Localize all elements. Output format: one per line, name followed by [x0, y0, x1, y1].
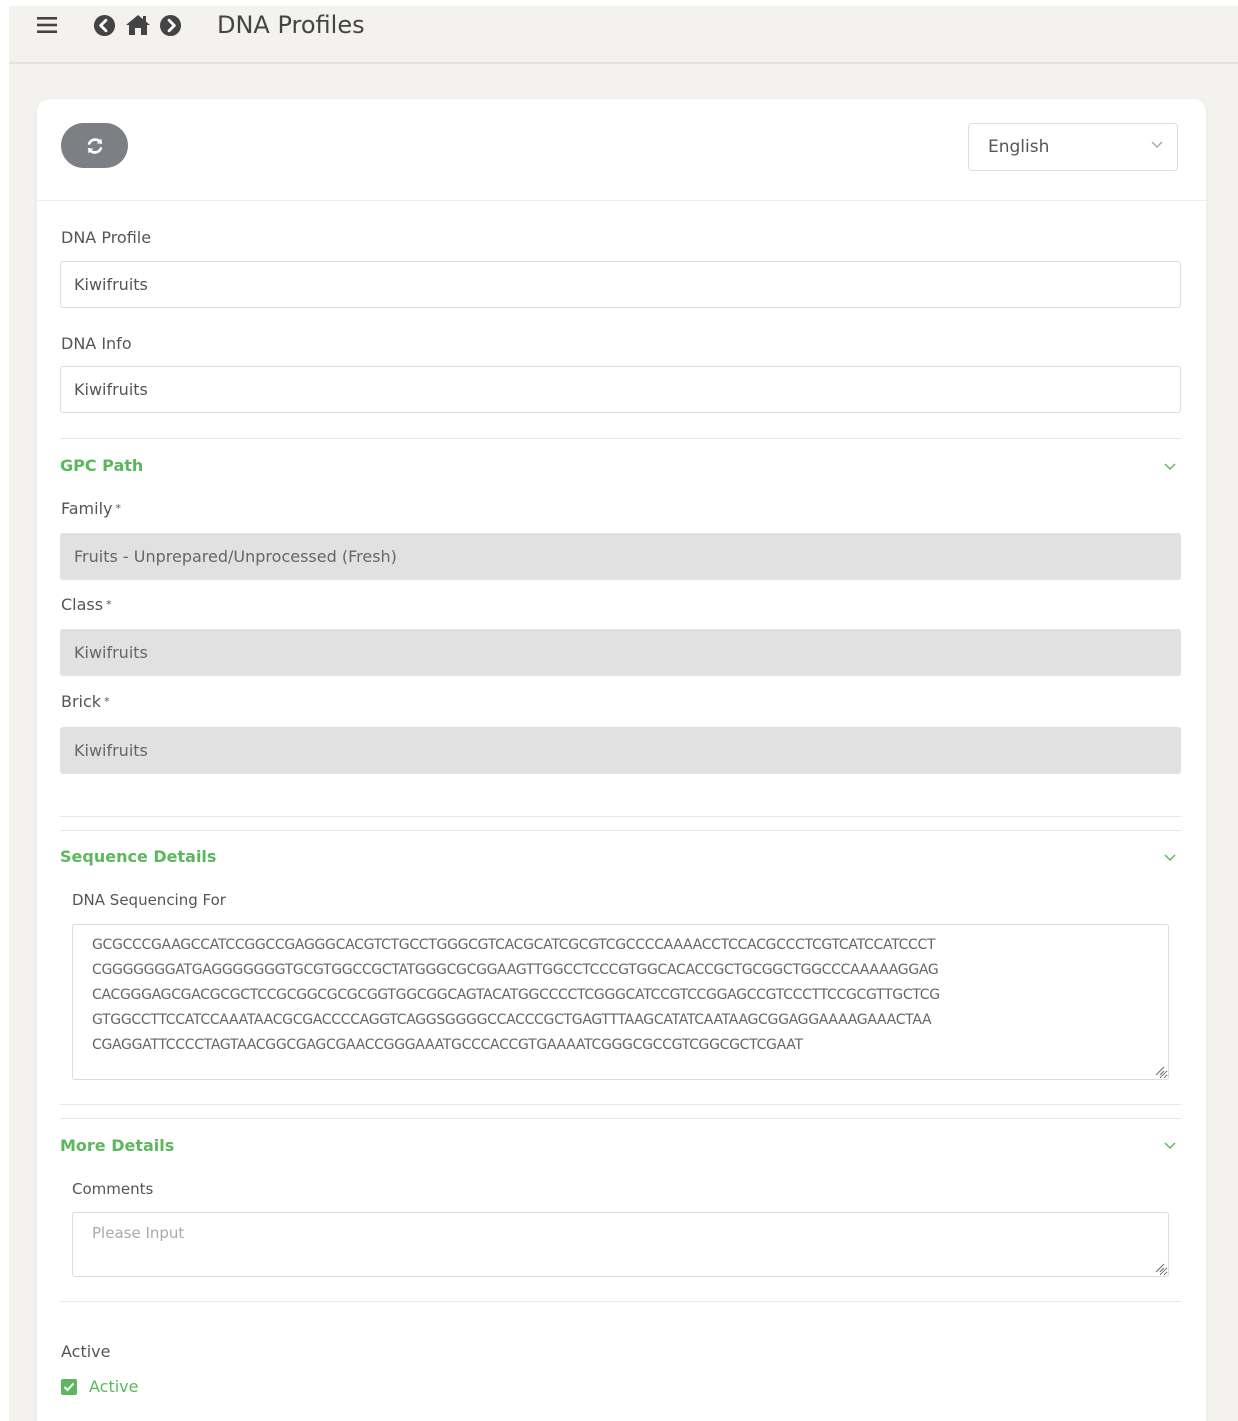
brick-field: Kiwifruits — [60, 727, 1181, 774]
refresh-button[interactable] — [61, 123, 128, 168]
divider — [60, 1104, 1181, 1105]
sequence-line: GTGGCCTTCCATCCAAATAACGCGACCCCAGGTCAGGSGG… — [92, 1012, 932, 1028]
family-field: Fruits - Unprepared/Unprocessed (Fresh) — [60, 533, 1181, 580]
sequence-line: CGAGGATTCCCCTAGTAACGGCGAGCGAACCGGGAAATGC… — [92, 1037, 803, 1053]
family-label: Family * — [61, 499, 121, 519]
divider — [60, 1118, 1181, 1119]
class-label: Class * — [61, 595, 112, 615]
top-bar: DNA Profiles — [9, 6, 1238, 64]
resize-grip-icon[interactable] — [1154, 1065, 1165, 1076]
sequence-line: CACGGGAGCGACGCGCTCCGCGGCGCGCGGTGGCGGCAGT… — [92, 987, 940, 1003]
chevron-down-icon — [1151, 141, 1163, 149]
resize-grip-icon[interactable] — [1154, 1262, 1165, 1273]
divider — [60, 438, 1181, 439]
dna-profile-input[interactable]: Kiwifruits — [60, 261, 1181, 308]
chevron-down-icon[interactable] — [1164, 854, 1176, 862]
more-details-section-title[interactable]: More Details — [60, 1136, 174, 1156]
active-checkbox[interactable] — [61, 1378, 77, 1395]
divider — [60, 816, 1181, 817]
forward-icon[interactable] — [157, 10, 183, 40]
gpc-path-section-title[interactable]: GPC Path — [60, 456, 143, 476]
divider — [60, 1301, 1181, 1302]
class-field: Kiwifruits — [60, 629, 1181, 676]
back-icon[interactable] — [91, 10, 117, 40]
active-checkbox-label: Active — [89, 1377, 139, 1396]
required-mark: * — [115, 502, 121, 515]
divider — [60, 830, 1181, 831]
refresh-icon — [87, 137, 102, 154]
comments-label: Comments — [72, 1180, 154, 1198]
page-title: DNA Profiles — [217, 11, 365, 39]
comments-placeholder: Please Input — [92, 1224, 185, 1242]
chevron-down-icon[interactable] — [1164, 1142, 1176, 1150]
active-checkbox-row[interactable]: Active — [61, 1377, 139, 1396]
brick-label-text: Brick — [61, 692, 102, 711]
home-icon[interactable] — [123, 10, 153, 40]
dna-sequencing-label: DNA Sequencing For — [72, 891, 226, 909]
dna-info-input[interactable]: Kiwifruits — [60, 366, 1181, 413]
chevron-down-icon[interactable] — [1164, 463, 1176, 471]
family-label-text: Family — [61, 499, 113, 518]
card-header: English — [37, 99, 1206, 201]
check-icon — [63, 1382, 75, 1391]
sequence-line: GCGCCCGAAGCCATCCGGCCGAGGGCACGTCTGCCTGGGC… — [92, 937, 936, 953]
comments-textarea[interactable]: Please Input — [72, 1212, 1169, 1277]
sequence-line: CGGGGGGGATGAGGGGGGGTGCGTGGCCGCTATGGGCGCG… — [92, 962, 939, 978]
dna-sequence-textarea[interactable]: GCGCCCGAAGCCATCCGGCCGAGGGCACGTCTGCCTGGGC… — [72, 924, 1169, 1080]
sequence-details-section-title[interactable]: Sequence Details — [60, 847, 216, 867]
brick-label: Brick * — [61, 692, 110, 712]
dna-profile-label: DNA Profile — [61, 228, 152, 247]
dna-profile-card: English DNA Profile Kiwifruits DNA Info … — [37, 99, 1206, 1421]
class-label-text: Class — [61, 595, 104, 614]
active-label: Active — [61, 1342, 111, 1361]
required-mark: * — [104, 695, 110, 708]
dna-info-label: DNA Info — [61, 334, 132, 353]
language-select-value: English — [988, 137, 1050, 157]
menu-icon[interactable] — [35, 10, 61, 40]
language-select[interactable]: English — [968, 123, 1178, 171]
required-mark: * — [106, 598, 112, 611]
